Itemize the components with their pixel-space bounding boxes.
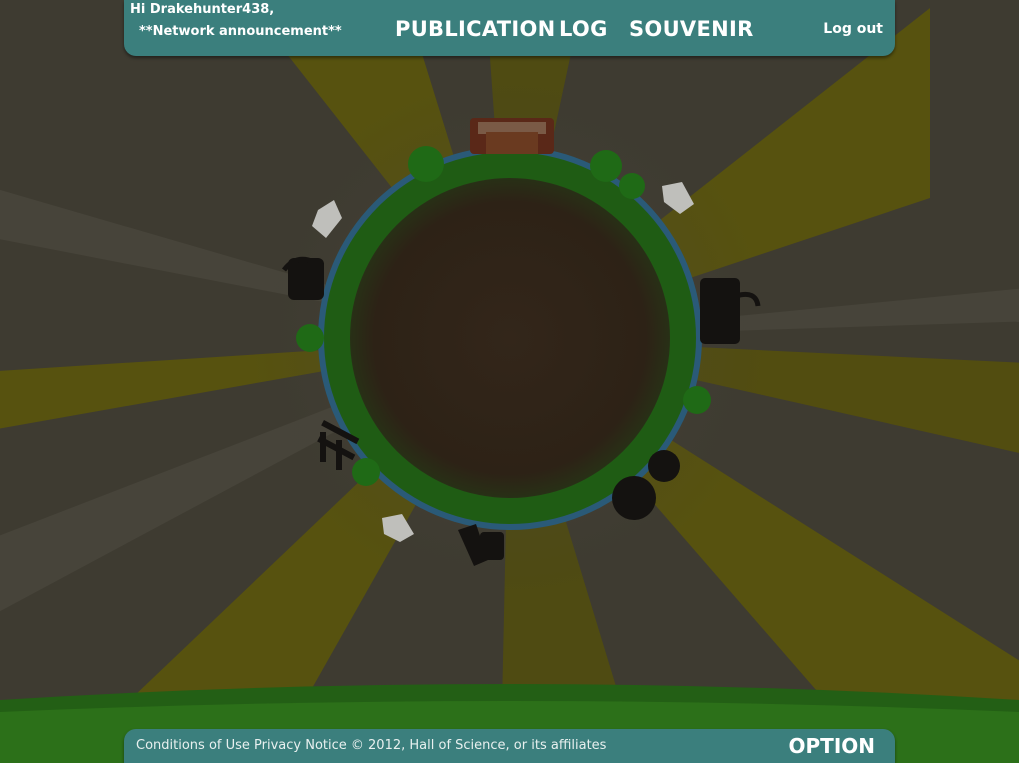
top-bar: Hi Drakehunter438, **Network announcemen… bbox=[124, 0, 895, 56]
option-button[interactable]: OPTION bbox=[789, 734, 875, 758]
building-icon[interactable] bbox=[470, 118, 554, 154]
conditions-of-use-link[interactable]: Conditions of Use bbox=[136, 738, 250, 753]
machine-icon[interactable] bbox=[282, 256, 324, 300]
copyright-text: © 2012, Hall of Science, or its affiliat… bbox=[350, 738, 607, 753]
bottom-bar: Conditions of Use Privacy Notice © 2012,… bbox=[124, 729, 895, 763]
greeting-text: Hi Drakehunter438, bbox=[130, 2, 275, 17]
privacy-notice-link[interactable]: Privacy Notice bbox=[254, 738, 347, 753]
network-announcement-link[interactable]: **Network announcement** bbox=[139, 24, 342, 40]
legal-footer: Conditions of Use Privacy Notice © 2012,… bbox=[136, 738, 606, 753]
nav-log[interactable]: LOG bbox=[559, 16, 608, 42]
game-scene bbox=[0, 0, 1019, 763]
nav-souvenir[interactable]: SOUVENIR bbox=[629, 16, 754, 42]
tree-icon bbox=[408, 146, 444, 182]
nav-publication[interactable]: PUBLICATION bbox=[395, 16, 556, 42]
logout-button[interactable]: Log out bbox=[823, 21, 883, 37]
